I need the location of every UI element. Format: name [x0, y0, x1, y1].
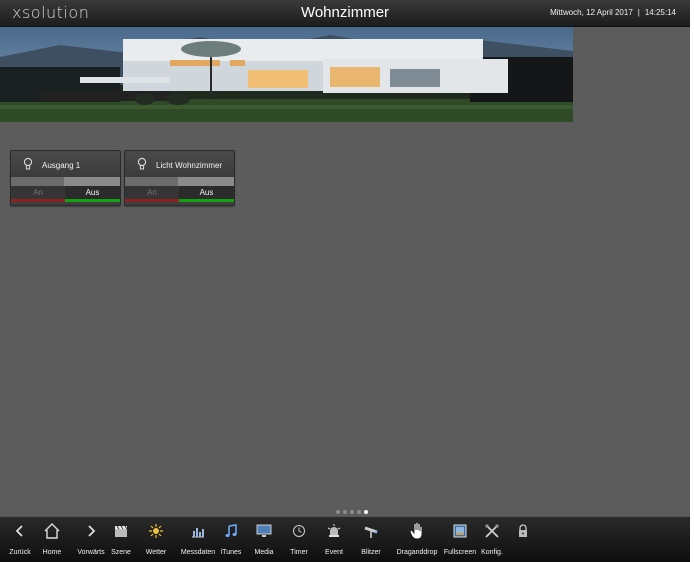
weather-button[interactable]: Wetter — [142, 517, 170, 562]
speed-camera-button[interactable]: Blitzer — [356, 517, 386, 562]
event-button[interactable]: Event — [320, 517, 348, 562]
date-time-display: Mittwoch, 12 April 2017 | 14:25:14 — [550, 8, 676, 17]
widget-label: Ausgang 1 — [42, 161, 81, 170]
date-time-separator: | — [637, 8, 640, 17]
alarm-icon — [325, 522, 343, 540]
toolbar-label: Szene — [111, 549, 131, 556]
back-button[interactable]: Zurück — [4, 517, 36, 562]
monitor-icon — [255, 522, 273, 540]
window-edge — [690, 0, 694, 561]
slider-knob[interactable] — [178, 177, 234, 186]
sun-icon — [147, 522, 165, 540]
music-note-icon — [222, 522, 240, 540]
clock-icon — [290, 522, 308, 540]
on-button[interactable]: An — [125, 186, 179, 202]
toolbar-label: Wetter — [145, 549, 167, 556]
widget-label: Licht Wohnzimmer — [156, 161, 223, 170]
toolbar-label: Event — [325, 549, 343, 556]
app-window: xsolution Wohnzimmer Mittwoch, 12 April … — [0, 0, 690, 562]
media-button[interactable]: Media — [250, 517, 278, 562]
toolbar-label: Blitzer — [361, 549, 381, 556]
widget-header: Ausgang 1 — [11, 151, 120, 177]
toolbar-label: Vorwärts — [77, 549, 105, 556]
forward-button[interactable]: Vorwärts — [74, 517, 108, 562]
tools-icon — [483, 522, 501, 540]
dim-slider[interactable] — [125, 177, 234, 186]
page-dot[interactable] — [336, 510, 340, 514]
lightbulb-icon — [23, 157, 33, 170]
time-text: 14:25:14 — [644, 8, 676, 17]
toolbar-label: Timer — [290, 549, 308, 556]
bottom-toolbar: Zurück Home Vorwärts Szene Wetter Messda… — [0, 516, 690, 562]
toolbar-label: Zurück — [9, 549, 31, 556]
switch-widget-ausgang-1: Ausgang 1 An Aus — [10, 150, 121, 206]
home-icon — [43, 522, 61, 540]
toolbar-label: Media — [254, 549, 274, 556]
switch-widget-licht-wohnzimmer: Licht Wohnzimmer An Aus — [124, 150, 235, 206]
timer-button[interactable]: Timer — [286, 517, 312, 562]
toolbar-label: Konfig. — [481, 549, 503, 556]
toolbar-label: Messdaten — [180, 549, 216, 556]
off-button[interactable]: Aus — [179, 186, 234, 202]
drag-and-drop-button[interactable]: Draganddrop — [394, 517, 440, 562]
clapperboard-icon — [112, 522, 130, 540]
bar-chart-icon — [189, 522, 207, 540]
chevron-left-icon — [11, 522, 29, 540]
itunes-button[interactable]: iTunes — [218, 517, 244, 562]
widget-header: Licht Wohnzimmer — [125, 151, 234, 177]
toolbar-label: Home — [42, 549, 62, 556]
fullscreen-icon — [451, 522, 469, 540]
dim-slider[interactable] — [11, 177, 120, 186]
fullscreen-button[interactable]: Fullscreen — [442, 517, 478, 562]
page-dot[interactable] — [357, 510, 361, 514]
drag-hand-icon — [408, 521, 426, 540]
date-text: Mittwoch, 12 April 2017 — [550, 8, 633, 17]
speed-camera-icon — [362, 522, 380, 540]
toolbar-label: Fullscreen — [443, 549, 477, 556]
page-dot[interactable] — [343, 510, 347, 514]
config-button[interactable]: Konfig. — [480, 517, 504, 562]
off-button[interactable]: Aus — [65, 186, 120, 202]
page-dot-active[interactable] — [364, 510, 368, 514]
measurement-button[interactable]: Messdaten — [178, 517, 218, 562]
on-button[interactable]: An — [11, 186, 65, 202]
toolbar-label: iTunes — [220, 549, 242, 556]
room-banner-image — [0, 27, 573, 122]
page-dot[interactable] — [350, 510, 354, 514]
lightbulb-icon — [137, 157, 147, 170]
toolbar-label: Draganddrop — [396, 549, 438, 556]
lock-icon — [514, 522, 532, 540]
scene-button[interactable]: Szene — [108, 517, 134, 562]
lock-button[interactable] — [512, 517, 534, 562]
chevron-right-icon — [82, 522, 100, 540]
header-bar: xsolution Wohnzimmer Mittwoch, 12 April … — [0, 0, 690, 27]
slider-knob[interactable] — [64, 177, 120, 186]
home-button[interactable]: Home — [38, 517, 66, 562]
